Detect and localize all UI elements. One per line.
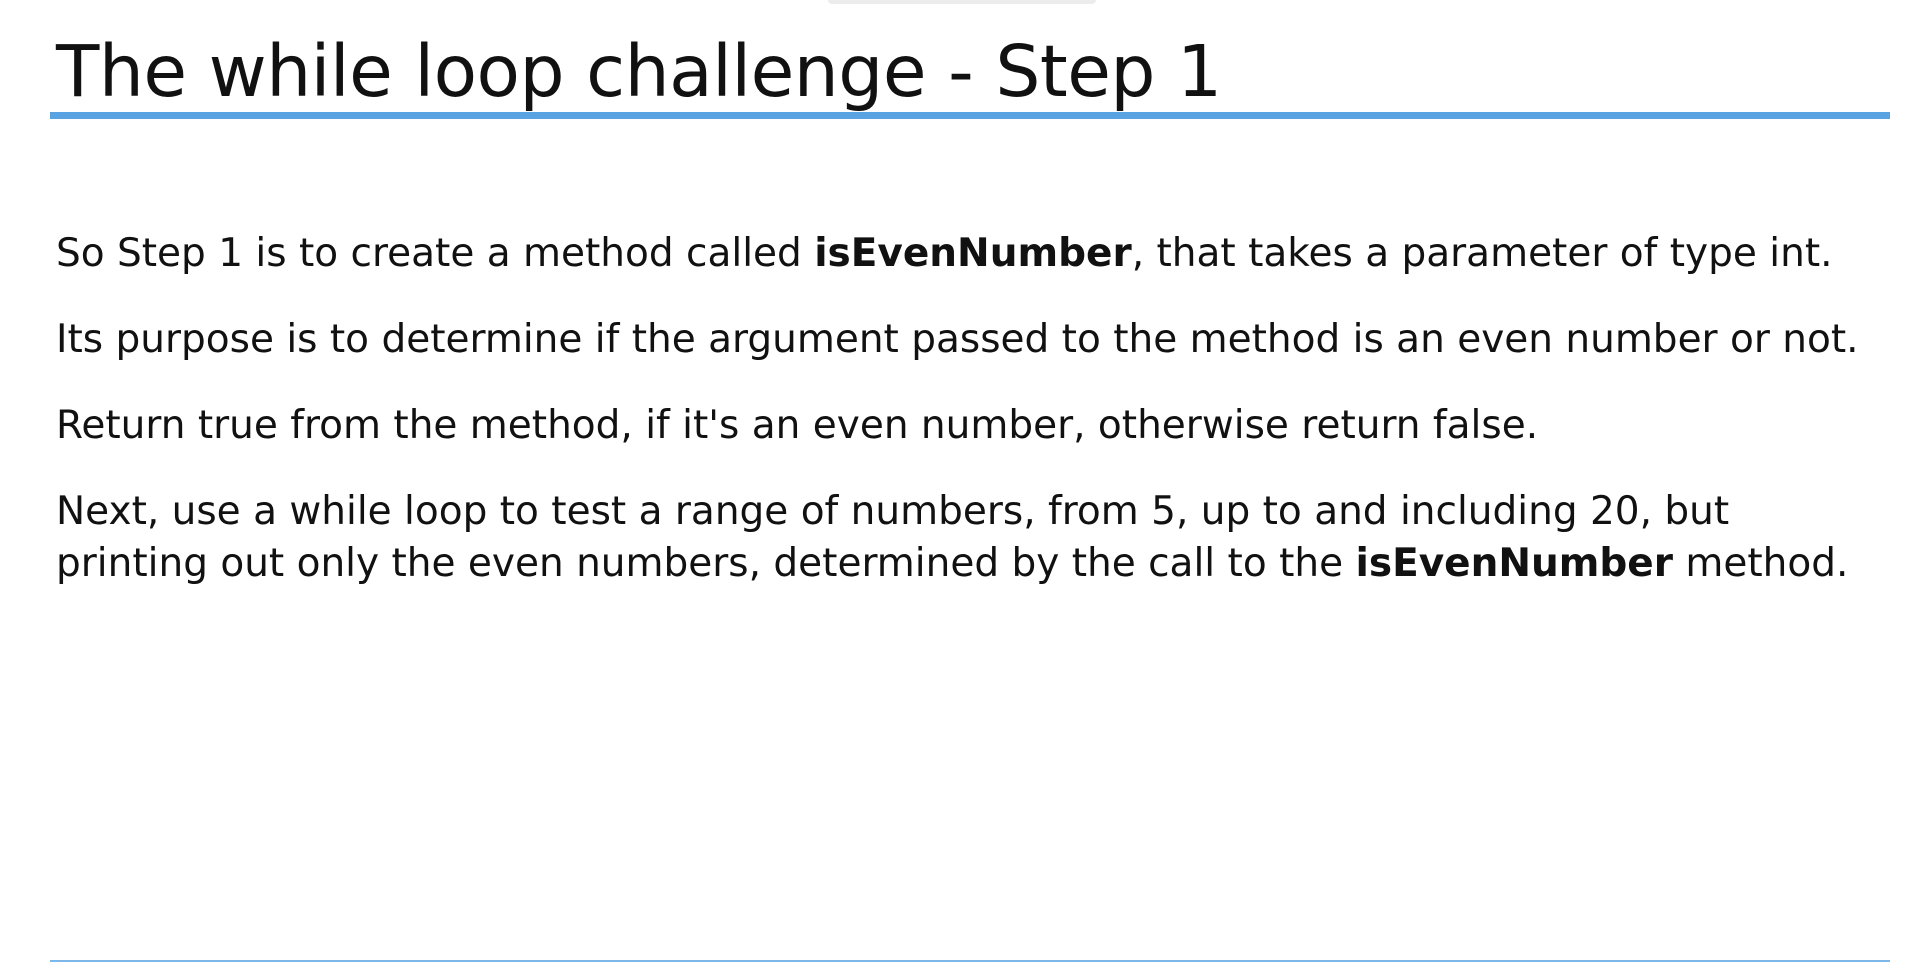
paragraph-step-1: So Step 1 is to create a method called i… (56, 228, 1886, 280)
title-underline (50, 112, 1890, 119)
slide: The while loop challenge - Step 1 So Ste… (50, 0, 1890, 962)
method-name-bold-2: isEvenNumber (1355, 541, 1673, 586)
method-name-bold: isEvenNumber (814, 231, 1132, 276)
paragraph-while-loop: Next, use a while loop to test a range o… (56, 486, 1886, 590)
paragraph-purpose: Its purpose is to determine if the argum… (56, 317, 1859, 362)
slide-content: So Step 1 is to create a method called i… (56, 228, 1886, 624)
paragraph-step-1-text: So Step 1 is to create a method called (56, 231, 815, 276)
slide-title: The while loop challenge - Step 1 (56, 30, 1222, 113)
paragraph-while-loop-text-end: method. (1673, 541, 1849, 586)
paragraph-return: Return true from the method, if it's an … (56, 403, 1539, 448)
paragraph-step-1-text-end: , that takes a parameter of type int. (1131, 231, 1833, 276)
